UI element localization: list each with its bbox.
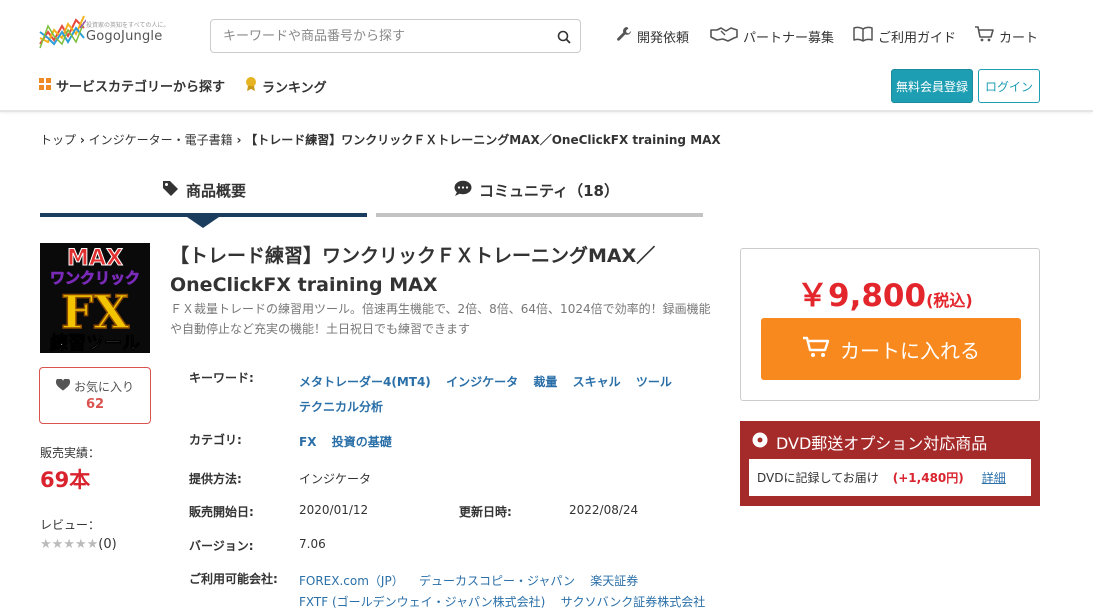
heart-icon [55, 378, 71, 394]
keywords-list: メタトレーダー4(MT4) インジケータ 裁量 スキャル ツール テクニカル分析 [299, 369, 709, 419]
price: ￥9,800(税込) [797, 270, 973, 315]
breadcrumb: トップ › インジケーター・電子書籍 › 【トレード練習】ワンクリックＦＸトレー… [40, 131, 721, 148]
nav-label: 開発依頼 [637, 30, 690, 46]
product-image-max: MAX [67, 246, 123, 271]
dvd-detail-link[interactable]: 詳細 [982, 469, 1006, 486]
product-image-fx: FX [61, 285, 130, 339]
logo-mark-icon [39, 15, 86, 49]
product-image-practice: 練習ツール [50, 332, 140, 353]
tab-label: コミュニティ（18） [479, 182, 619, 200]
nav-service-category[interactable]: サービスカテゴリーから探す [39, 76, 225, 95]
breadcrumb-separator: › [236, 133, 242, 147]
product-title-line2: OneClickFX training MAX [170, 274, 438, 296]
tab-overview[interactable]: 商品概要 [162, 180, 246, 201]
logo-tagline: 投資家の英知をすべての人に。 [86, 22, 170, 29]
brokers-list: FOREX.com（JP） デューカスコピー・ジャパン 楽天証券 FXTF (ゴ… [299, 570, 729, 612]
brokers-label: ご利用可能会社: [189, 572, 278, 586]
medal-icon [245, 76, 257, 96]
price-value: ￥9,800 [797, 278, 927, 314]
price-tax: (税込) [926, 291, 973, 310]
category-list: FX 投資の基礎 [299, 431, 392, 450]
logo-name: GogoJungle [86, 29, 163, 44]
broker-link[interactable]: サクソバンク証券株式会社 [561, 595, 706, 609]
chat-icon [454, 180, 472, 201]
release-date-label: 販売開始日: [189, 505, 254, 519]
product-image[interactable]: MAX ワンクリック FX 練習ツール [40, 243, 150, 353]
dvd-option-text: DVDに記録してお届け [757, 471, 879, 485]
review-count: (0) [98, 537, 117, 552]
updated-date-value: 2022/08/24 [569, 503, 639, 517]
product-title-line1: 【トレード練習】ワンクリックＦＸトレーニングMAX／ [170, 245, 656, 267]
keywords-label: キーワード: [189, 371, 254, 385]
favorite-count: 62 [85, 397, 105, 412]
cart-icon [974, 26, 994, 46]
dvd-option-title: DVD郵送オプション対応商品 [752, 430, 987, 454]
grid-icon [39, 77, 51, 94]
book-icon [853, 26, 873, 46]
handshake-icon [710, 26, 738, 46]
search-input[interactable] [221, 20, 545, 52]
broker-link[interactable]: FXTF (ゴールデンウェイ・ジャパン株式会社) [299, 595, 545, 609]
breadcrumb-category[interactable]: インジケーター・電子書籍 [89, 133, 233, 147]
keyword-link[interactable]: ツール [636, 375, 672, 389]
register-button[interactable]: 無料会員登録 [891, 69, 973, 103]
product-title: 【トレード練習】ワンクリックＦＸトレーニングMAX／ OneClickFX tr… [170, 242, 730, 300]
version-label: バージョン: [189, 539, 254, 553]
tab-community[interactable]: コミュニティ（18） [454, 180, 619, 201]
category-link[interactable]: FX [299, 435, 316, 449]
favorite-label: お気に入り [73, 380, 134, 394]
add-to-cart-label: カートに入れる [840, 338, 980, 363]
favorite-button[interactable]: お気に入り 62 [39, 367, 151, 424]
product-description: ＦＸ裁量トレードの練習用ツール。倍速再生機能で、2倍、8倍、64倍、1024倍で… [170, 302, 711, 336]
tag-icon [162, 180, 179, 201]
keyword-link[interactable]: スキャル [573, 375, 621, 389]
breadcrumb-separator: › [79, 133, 85, 147]
dvd-option-price: (+1,480円) [892, 471, 964, 485]
sales-value: 69本 [40, 468, 91, 492]
release-date-value: 2020/01/12 [299, 503, 369, 517]
nav-cart[interactable]: カート [974, 26, 1038, 46]
nav-ranking[interactable]: ランキング [245, 76, 327, 96]
version-value: 7.06 [299, 537, 326, 551]
breadcrumb-current: 【トレード練習】ワンクリックＦＸトレーニングMAX／OneClickFX tra… [245, 133, 721, 147]
subnav-label: サービスカテゴリーから探す [56, 80, 226, 95]
disc-icon [752, 432, 768, 452]
category-label: カテゴリ: [189, 433, 242, 447]
nav-development-request[interactable]: 開発依頼 [616, 26, 689, 46]
add-to-cart-button[interactable]: カートに入れる [761, 318, 1021, 380]
cart-icon [802, 336, 830, 363]
dvd-option-row: DVDに記録してお届け (+1,480円) 詳細 [749, 459, 1031, 496]
review-stars: ★★★★★ [40, 537, 99, 552]
wrench-icon [616, 26, 632, 46]
broker-link[interactable]: FOREX.com（JP） [299, 574, 404, 588]
keyword-link[interactable]: テクニカル分析 [299, 400, 383, 414]
broker-link[interactable]: 楽天証券 [590, 574, 638, 588]
login-button[interactable]: ログイン [978, 69, 1040, 103]
nav-usage-guide[interactable]: ご利用ガイド [853, 26, 956, 46]
tab-community-underline [376, 213, 703, 217]
nav-label: パートナー募集 [743, 30, 835, 46]
tab-label: 商品概要 [186, 182, 247, 200]
review-rating[interactable]: ★★★★★(0) [40, 537, 117, 552]
keyword-link[interactable]: メタトレーダー4(MT4) [299, 375, 431, 389]
breadcrumb-home[interactable]: トップ [40, 133, 76, 147]
category-link[interactable]: 投資の基礎 [332, 435, 392, 449]
tab-active-indicator [187, 217, 219, 228]
keyword-link[interactable]: 裁量 [533, 375, 557, 389]
nav-partner-recruitment[interactable]: パートナー募集 [710, 26, 834, 46]
nav-label: カート [999, 30, 1039, 46]
provision-value: インジケータ [299, 472, 372, 486]
dvd-option-title-text: DVD郵送オプション対応商品 [776, 434, 988, 453]
header-divider [0, 110, 1093, 112]
provision-label: 提供方法: [189, 472, 242, 486]
search-icon[interactable] [557, 29, 571, 48]
updated-date-label: 更新日時: [459, 505, 512, 519]
sales-label: 販売実績： [40, 446, 101, 460]
search-box [210, 19, 581, 53]
review-label: レビュー： [40, 518, 101, 532]
broker-link[interactable]: デューカスコピー・ジャパン [419, 574, 575, 588]
subnav-label: ランキング [262, 80, 327, 96]
keyword-link[interactable]: インジケータ [446, 375, 518, 389]
nav-label: ご利用ガイド [878, 30, 957, 46]
